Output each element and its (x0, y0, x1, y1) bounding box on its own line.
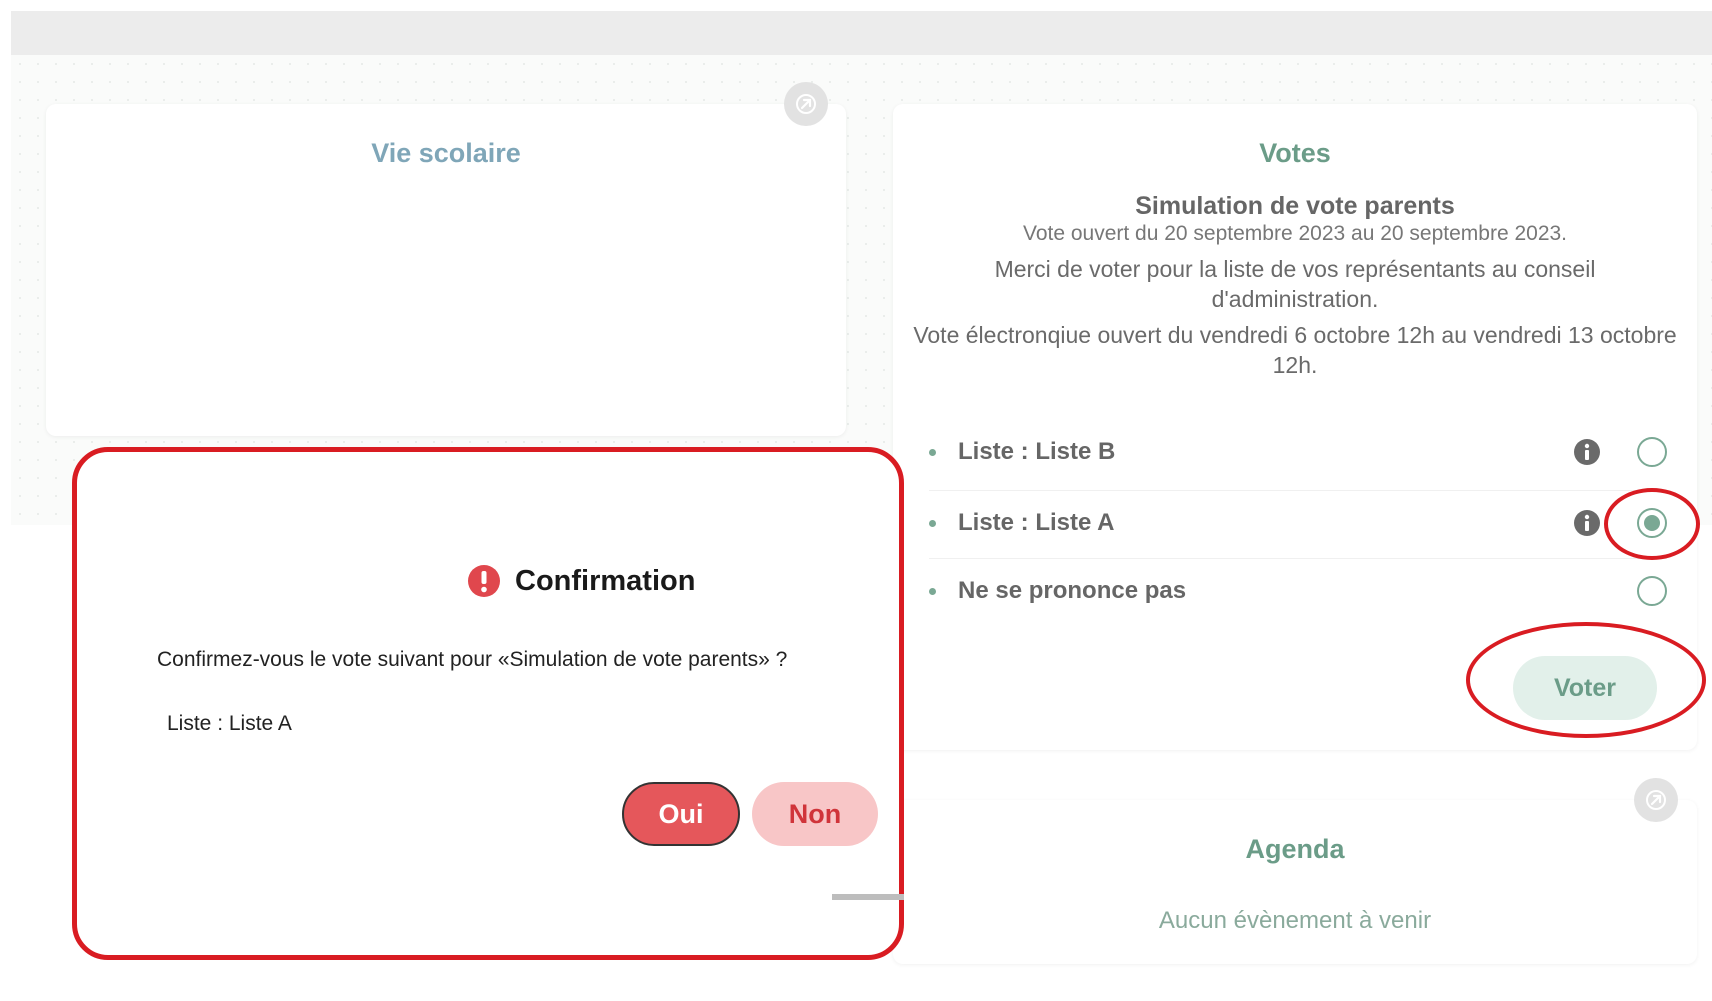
oui-button[interactable]: Oui (622, 782, 740, 846)
confirmation-modal: Confirmation Confirmez-vous le vote suiv… (72, 447, 904, 960)
modal-choice: Liste : Liste A (167, 712, 292, 735)
bullet (929, 519, 936, 527)
non-button[interactable]: Non (752, 782, 878, 846)
annotation-voter-circle (1466, 622, 1706, 738)
exclamation-icon (468, 565, 500, 597)
modal-title: Confirmation (467, 564, 695, 598)
vie-scolaire-card: Vie scolaire (46, 104, 846, 436)
agenda-open-icon[interactable] (1634, 778, 1678, 822)
votes-title: Votes (1259, 138, 1331, 168)
agenda-title: Agenda (1245, 834, 1345, 864)
vote-option-label: Liste : Liste A (958, 509, 1115, 536)
vote-option-liste-b[interactable]: Liste : Liste B (929, 420, 1667, 484)
radio-abstain[interactable] (1637, 576, 1667, 606)
vote-message-2: Vote électronqiue ouvert du vendredi 6 o… (913, 322, 1677, 378)
vote-dates: Vote ouvert du 20 septembre 2023 au 20 s… (1022, 222, 1568, 245)
agenda-card: Agenda Aucun évènement à venir (893, 800, 1697, 964)
vie-scolaire-open-icon[interactable] (784, 82, 828, 126)
agenda-empty-message: Aucun évènement à venir (1158, 907, 1432, 934)
vote-message-1: Merci de voter pour la liste de vos repr… (994, 256, 1596, 312)
vote-name: Simulation de vote parents (1135, 192, 1455, 220)
annotation-radio-circle (1604, 488, 1700, 560)
modal-title-text: Confirmation (515, 564, 696, 597)
vie-scolaire-title: Vie scolaire (371, 138, 521, 168)
vote-option-label: Liste : Liste B (958, 438, 1116, 465)
vote-option-abstain[interactable]: Ne se prononce pas (929, 558, 1667, 623)
bullet (929, 587, 936, 595)
info-icon[interactable] (1573, 509, 1601, 537)
vote-option-label: Ne se prononce pas (958, 577, 1187, 604)
bullet (929, 448, 936, 456)
modal-question: Confirmez-vous le vote suivant pour «Sim… (157, 648, 788, 671)
vote-option-liste-a[interactable]: Liste : Liste A (929, 490, 1667, 555)
radio-liste-b[interactable] (1637, 437, 1667, 467)
divider-line (832, 894, 904, 900)
top-bar (11, 11, 1712, 55)
info-icon[interactable] (1573, 438, 1601, 466)
